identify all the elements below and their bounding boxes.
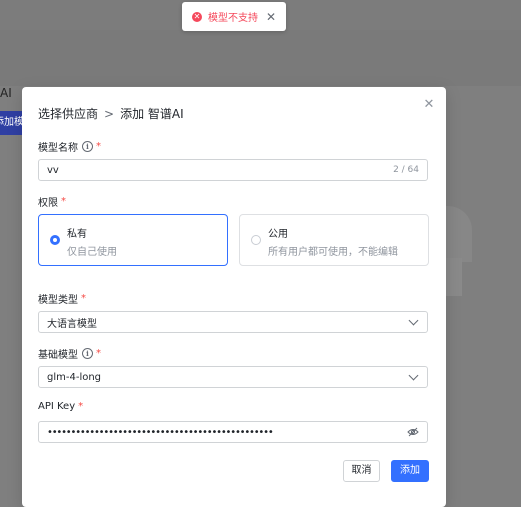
- close-icon[interactable]: ✕: [422, 98, 436, 112]
- required-mark: *: [96, 141, 101, 152]
- required-mark: *: [81, 293, 86, 304]
- permission-option-title: 公用: [268, 229, 288, 240]
- error-icon: ✕: [192, 11, 202, 22]
- api-key-label: API Key *: [38, 401, 83, 412]
- chevron-down-icon: [408, 315, 419, 325]
- radio-selected-icon[interactable]: [50, 235, 60, 245]
- base-model-value: glm-4-long: [47, 371, 102, 383]
- chevron-down-icon: [408, 370, 419, 380]
- model-type-label: 模型类型 *: [38, 291, 86, 306]
- permission-option-title: 私有: [67, 229, 87, 240]
- illustration-shape: [446, 258, 462, 296]
- char-counter: 2 / 64: [393, 165, 419, 175]
- info-icon[interactable]: i: [82, 348, 93, 359]
- permission-label: 权限 *: [38, 194, 66, 209]
- api-key-input[interactable]: ••••••••••••••••••••••••••••••••••••••••…: [38, 421, 428, 443]
- permission-option-public[interactable]: 公用 所有用户都可使用，不能编辑: [239, 214, 429, 266]
- base-model-select[interactable]: glm-4-long: [38, 366, 428, 388]
- toast-message: 模型不支持: [208, 13, 258, 24]
- cancel-button[interactable]: 取消: [343, 460, 380, 482]
- permission-option-desc: 所有用户都可使用，不能编辑: [268, 247, 398, 258]
- breadcrumb-parent[interactable]: 选择供应商: [38, 107, 98, 121]
- error-toast: ✕ 模型不支持 ✕: [182, 2, 286, 31]
- base-model-label-text: 基础模型: [38, 350, 78, 361]
- radio-unselected-icon[interactable]: [251, 235, 261, 245]
- info-icon[interactable]: i: [82, 141, 93, 152]
- model-type-label-text: 模型类型: [38, 295, 78, 306]
- required-mark: *: [61, 196, 66, 207]
- background-illustration: [446, 206, 482, 296]
- eye-off-icon[interactable]: [407, 427, 419, 437]
- base-model-label: 基础模型 i *: [38, 346, 101, 361]
- model-name-label: 模型名称 i *: [38, 139, 101, 154]
- required-mark: *: [96, 348, 101, 359]
- api-key-label-text: API Key: [38, 401, 76, 412]
- background-tab: 添加模型: [0, 111, 22, 135]
- add-model-dialog: 选择供应商 > 添加 智谱AI ✕ 模型名称 i * vv 2 / 64 权限 * …: [22, 87, 446, 507]
- background-band: [0, 30, 521, 86]
- permission-label-text: 权限: [38, 198, 58, 209]
- background-page-title: AI: [0, 86, 12, 100]
- permission-option-private[interactable]: 私有 仅自己使用: [38, 214, 228, 266]
- model-name-label-text: 模型名称: [38, 143, 78, 154]
- permission-option-desc: 仅自己使用: [67, 247, 117, 258]
- api-key-masked-value: ••••••••••••••••••••••••••••••••••••••••…: [47, 426, 274, 438]
- model-name-input[interactable]: vv 2 / 64: [38, 159, 428, 181]
- illustration-shape: [446, 206, 472, 262]
- model-name-value: vv: [47, 164, 59, 176]
- breadcrumb-separator: >: [104, 107, 115, 121]
- background-tab-label: 添加模型: [0, 117, 22, 128]
- breadcrumb-current: 添加 智谱AI: [120, 107, 184, 121]
- required-mark: *: [78, 401, 84, 412]
- toast-close-icon[interactable]: ✕: [266, 11, 276, 23]
- model-type-select[interactable]: 大语言模型: [38, 311, 428, 333]
- add-button[interactable]: 添加: [391, 460, 429, 482]
- dialog-breadcrumb: 选择供应商 > 添加 智谱AI: [38, 105, 184, 122]
- model-type-value: 大语言模型: [47, 318, 97, 330]
